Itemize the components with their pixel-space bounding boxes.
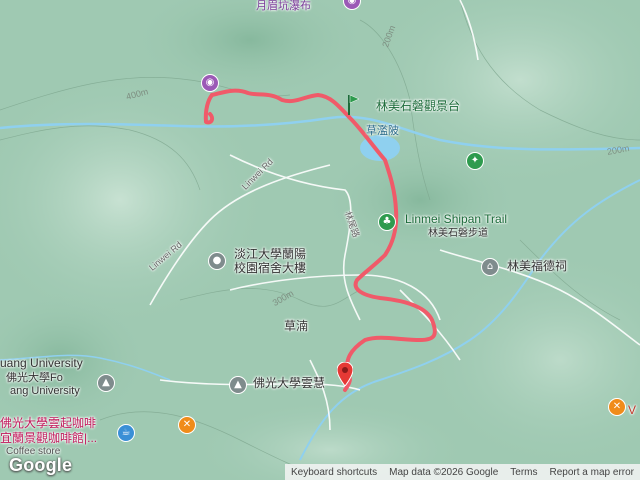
cafe-icon[interactable]: ☕ xyxy=(117,424,135,442)
keyboard-shortcuts-link[interactable]: Keyboard shortcuts xyxy=(291,467,377,478)
tree-icon[interactable]: ♣ xyxy=(378,213,396,231)
trail-name-zh[interactable]: 林美石磐步道 xyxy=(428,227,488,240)
graduation-cap-icon[interactable]: ▲ xyxy=(97,374,115,392)
report-map-error-link[interactable]: Report a map error xyxy=(550,467,634,478)
terms-link[interactable]: Terms xyxy=(510,467,537,478)
pond-label[interactable]: 草濫陂 xyxy=(366,125,399,138)
map-data-text: Map data ©2026 Google xyxy=(389,466,499,478)
attribution-bar: Keyboard shortcuts Map data ©2026 Google… xyxy=(285,464,640,480)
yunhui-label[interactable]: 佛光大學雲慧 xyxy=(253,377,325,390)
temple-label[interactable]: 林美福德祠 xyxy=(507,260,567,273)
trail-name-en[interactable]: Linmei Shipan Trail xyxy=(405,213,507,226)
university-label-en[interactable]: uang University xyxy=(0,357,83,370)
graduation-cap-icon[interactable]: ▲ xyxy=(229,376,247,394)
dorm-label-line1[interactable]: 淡江大學蘭陽 xyxy=(234,248,306,261)
university-label-en2[interactable]: ang University xyxy=(10,385,80,398)
temple-icon[interactable]: ⌂ xyxy=(481,258,499,276)
place-label-caonan: 草湳 xyxy=(284,319,309,333)
cafe-label-2[interactable]: 宜蘭景觀咖啡館|... xyxy=(0,432,97,445)
university-label-zh[interactable]: 佛光大學Fo xyxy=(6,372,63,385)
edge-label: V xyxy=(628,403,637,417)
cafe-label-1[interactable]: 佛光大學雲起咖啡 xyxy=(0,417,96,430)
waterfall-label[interactable]: 月眉坑瀑布 xyxy=(256,0,311,13)
red-pin-icon[interactable] xyxy=(337,362,353,386)
camera-icon[interactable]: ◉ xyxy=(201,74,219,92)
terrain-layer xyxy=(0,0,640,480)
hiking-icon[interactable]: ✦ xyxy=(466,152,484,170)
green-flag-icon[interactable] xyxy=(346,93,360,115)
fork-knife-icon[interactable]: ✕ xyxy=(178,416,196,434)
viewpoint-label[interactable]: 林美石磐觀景台 xyxy=(376,100,460,113)
dorm-label-line2[interactable]: 校園宿舍大樓 xyxy=(234,262,306,275)
place-dot-icon[interactable]: ● xyxy=(208,252,226,270)
map-canvas[interactable]: 400m 300m 200m 200m 月眉坑瀑布 ◉ ◉ 林美石磐觀景台 草濫… xyxy=(0,0,640,480)
fork-knife-icon[interactable]: ✕ xyxy=(608,398,626,416)
google-logo: Google xyxy=(9,455,73,475)
